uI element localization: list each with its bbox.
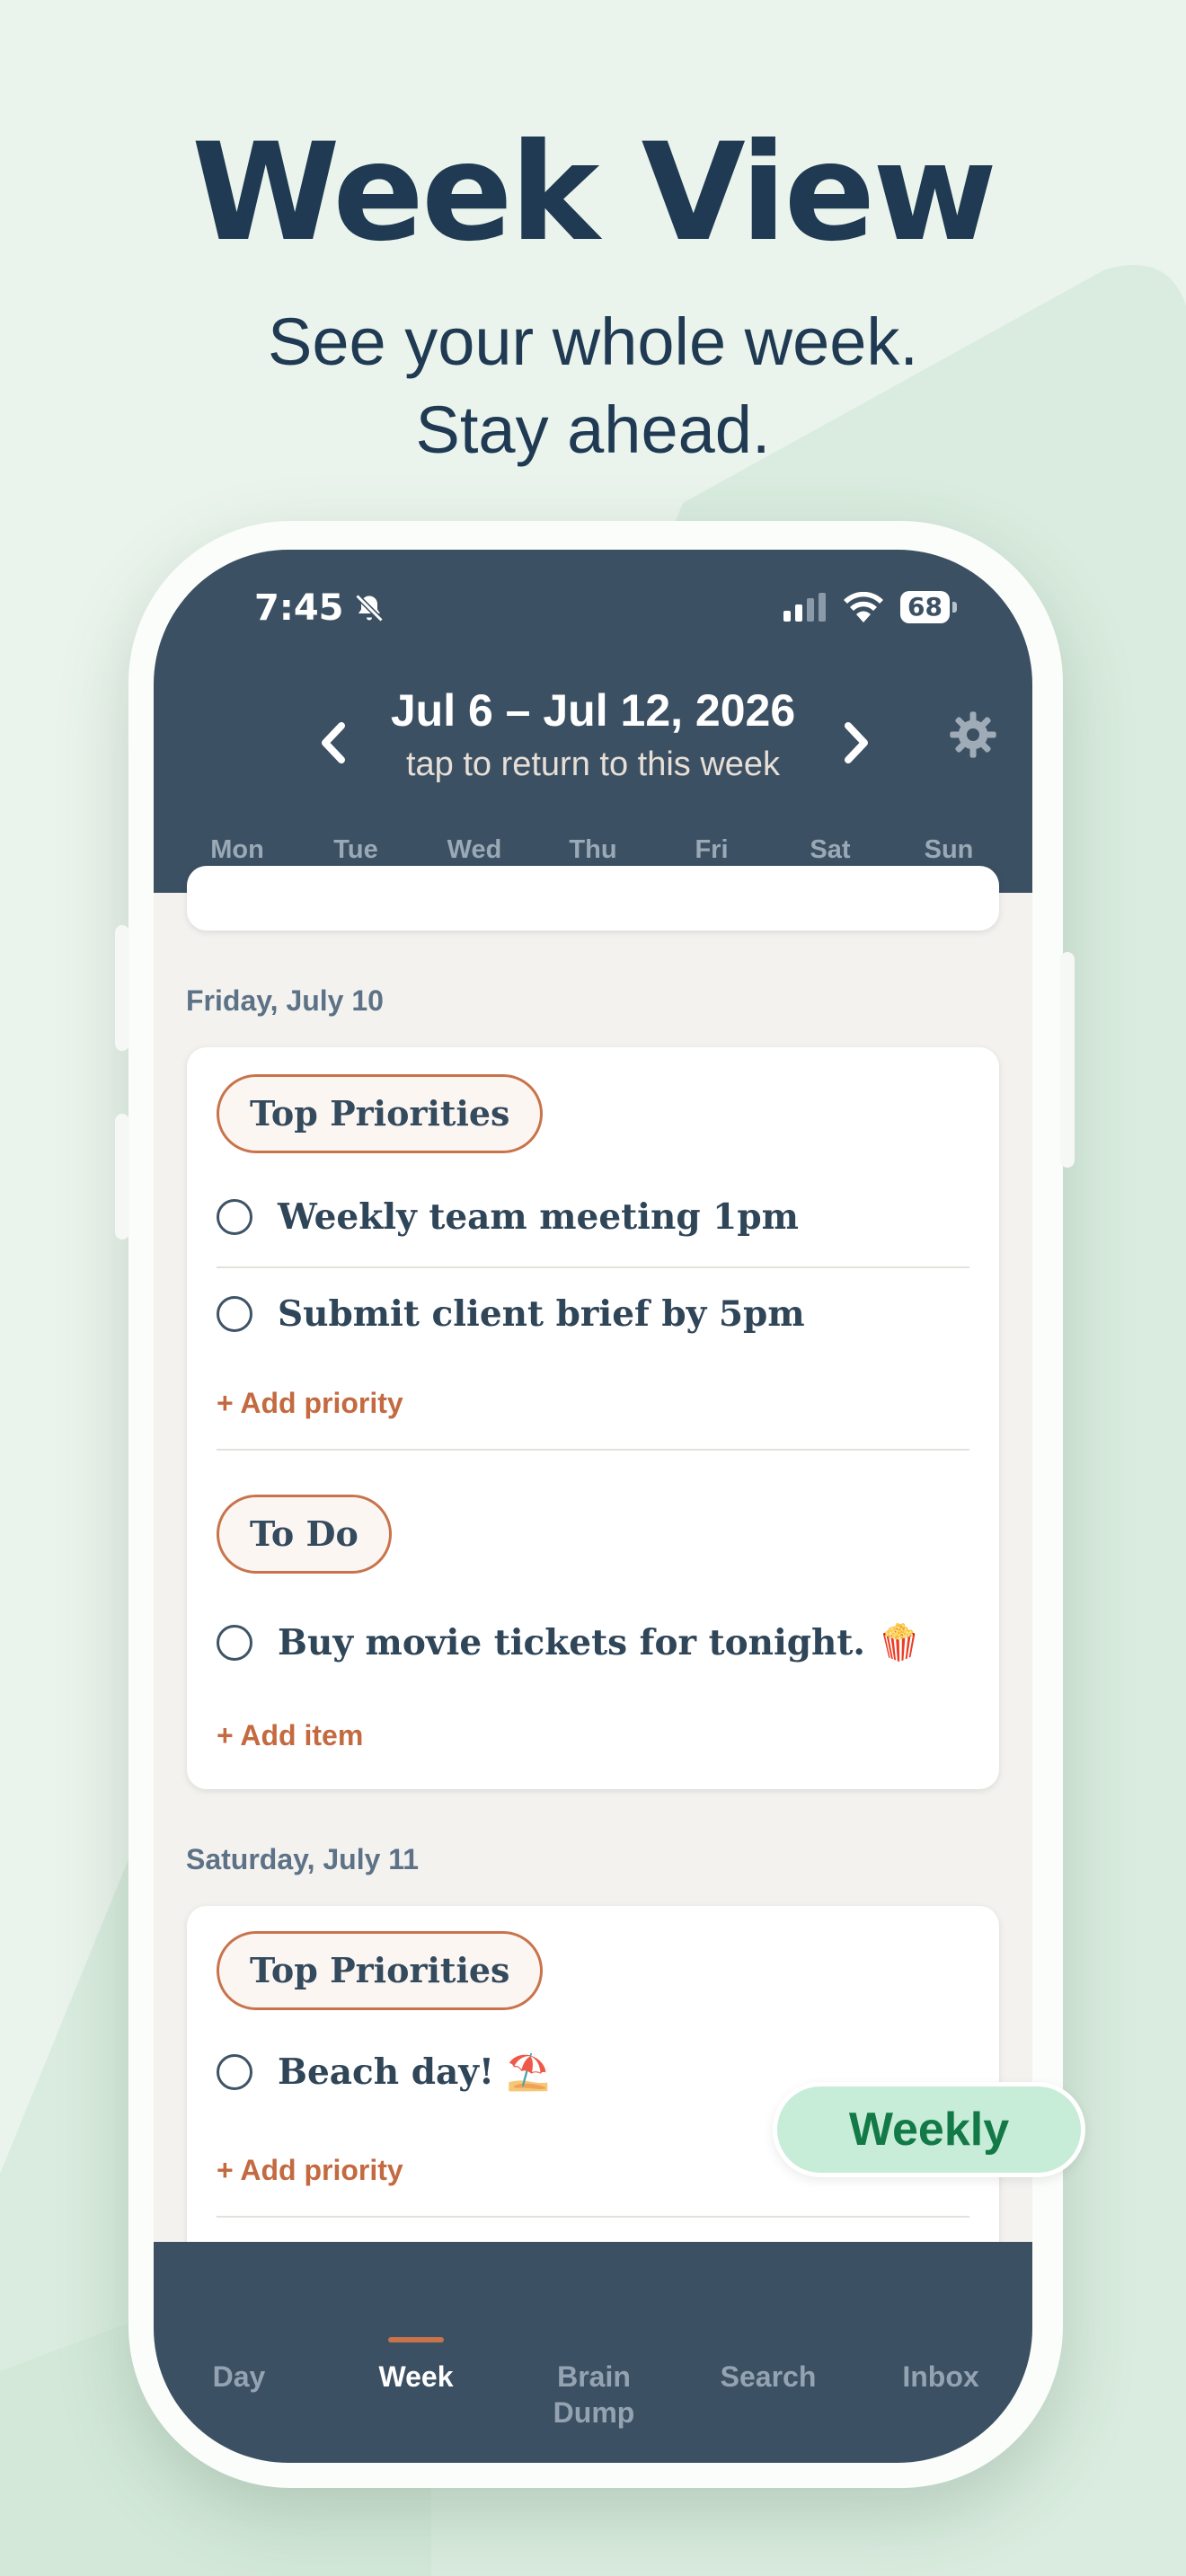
hero-subtitle: See your whole week. Stay ahead. — [0, 298, 1186, 474]
next-week-button[interactable] — [829, 711, 883, 774]
task-text: Submit client brief by 5pm — [278, 1293, 805, 1335]
battery-level: 68 — [900, 591, 950, 623]
section-divider — [217, 2216, 969, 2218]
task-checkbox[interactable] — [217, 1199, 252, 1235]
hero-subtitle-line-2: Stay ahead. — [415, 393, 771, 467]
phone-side-button — [115, 925, 129, 1051]
tab-search[interactable]: Search — [705, 2359, 831, 2395]
weekday-sat[interactable]: Sat — [771, 835, 890, 865]
weekday-wed[interactable]: Wed — [415, 835, 534, 865]
weekday-sun[interactable]: Sun — [890, 835, 1008, 865]
task-checkbox[interactable] — [217, 2054, 252, 2090]
priority-task[interactable]: Submit client brief by 5pm — [217, 1293, 805, 1335]
app-header: 7:45 68 Jul 6 – Jul 12, 2026 tap to retu… — [154, 550, 1032, 893]
tab-inbox[interactable]: Inbox — [887, 2359, 995, 2395]
tab-day[interactable]: Day — [191, 2359, 287, 2395]
weekday-mon[interactable]: Mon — [178, 835, 296, 865]
task-text: Weekly team meeting 1pm — [278, 1196, 799, 1238]
tab-bar: Day Week Brain Dump Search Inbox — [154, 2242, 1032, 2463]
add-priority-link[interactable]: + Add priority — [217, 1387, 403, 1420]
add-item-link[interactable]: + Add item — [217, 1719, 363, 1752]
priority-task[interactable]: Weekly team meeting 1pm — [217, 1196, 799, 1238]
status-icons: 68 — [783, 591, 957, 623]
active-tab-indicator — [388, 2337, 444, 2342]
friday-card: Top Priorities Weekly team meeting 1pm S… — [187, 1047, 999, 1789]
tab-brain-dump-line-1: Brain — [557, 2360, 631, 2393]
tab-brain-dump-line-2: Dump — [553, 2396, 635, 2429]
task-text: Beach day! ⛱️ — [278, 2051, 551, 2093]
tab-brain-dump[interactable]: Brain Dump — [531, 2359, 657, 2430]
cellular-signal-icon — [783, 593, 827, 622]
priority-task[interactable]: Beach day! ⛱️ — [217, 2051, 550, 2093]
add-priority-link[interactable]: + Add priority — [217, 2154, 403, 2187]
phone-volume-button — [115, 1114, 129, 1239]
chevron-right-icon — [845, 722, 868, 763]
task-checkbox[interactable] — [217, 1296, 252, 1332]
top-priorities-pill: Top Priorities — [217, 1931, 544, 2010]
hero-title: Week View — [191, 115, 997, 271]
hero-subtitle-line-1: See your whole week. — [268, 304, 918, 379]
task-text: Buy movie tickets for tonight. 🍿 — [278, 1622, 922, 1663]
weekday-fri[interactable]: Fri — [652, 835, 771, 865]
thursday-card-tail — [187, 866, 999, 931]
week-return-hint[interactable]: tap to return to this week — [154, 745, 1032, 784]
task-divider — [217, 1266, 969, 1268]
week-range-title[interactable]: Jul 6 – Jul 12, 2026 — [154, 684, 1032, 737]
status-time-text: 7:45 — [254, 587, 344, 629]
top-priorities-pill: Top Priorities — [217, 1074, 544, 1153]
battery-tip — [952, 602, 957, 613]
weekly-badge: Weekly — [773, 2082, 1085, 2177]
task-checkbox[interactable] — [217, 1625, 252, 1661]
todo-pill: To Do — [217, 1495, 392, 1574]
day-heading-friday: Friday, July 10 — [186, 984, 384, 1017]
todo-task[interactable]: Buy movie tickets for tonight. 🍿 — [217, 1622, 921, 1663]
weekday-thu[interactable]: Thu — [534, 835, 652, 865]
bell-slash-icon — [354, 594, 384, 622]
battery-icon: 68 — [900, 591, 957, 623]
section-divider — [217, 1449, 969, 1451]
day-heading-saturday: Saturday, July 11 — [186, 1843, 420, 1875]
weekday-strip: Mon Tue Wed Thu Fri Sat Sun — [154, 835, 1032, 865]
status-time: 7:45 — [254, 587, 385, 629]
weekday-tue[interactable]: Tue — [296, 835, 415, 865]
gear-icon[interactable] — [948, 710, 998, 760]
tab-week[interactable]: Week — [362, 2359, 470, 2395]
phone-power-button — [1060, 952, 1075, 1168]
wifi-icon — [844, 592, 884, 622]
